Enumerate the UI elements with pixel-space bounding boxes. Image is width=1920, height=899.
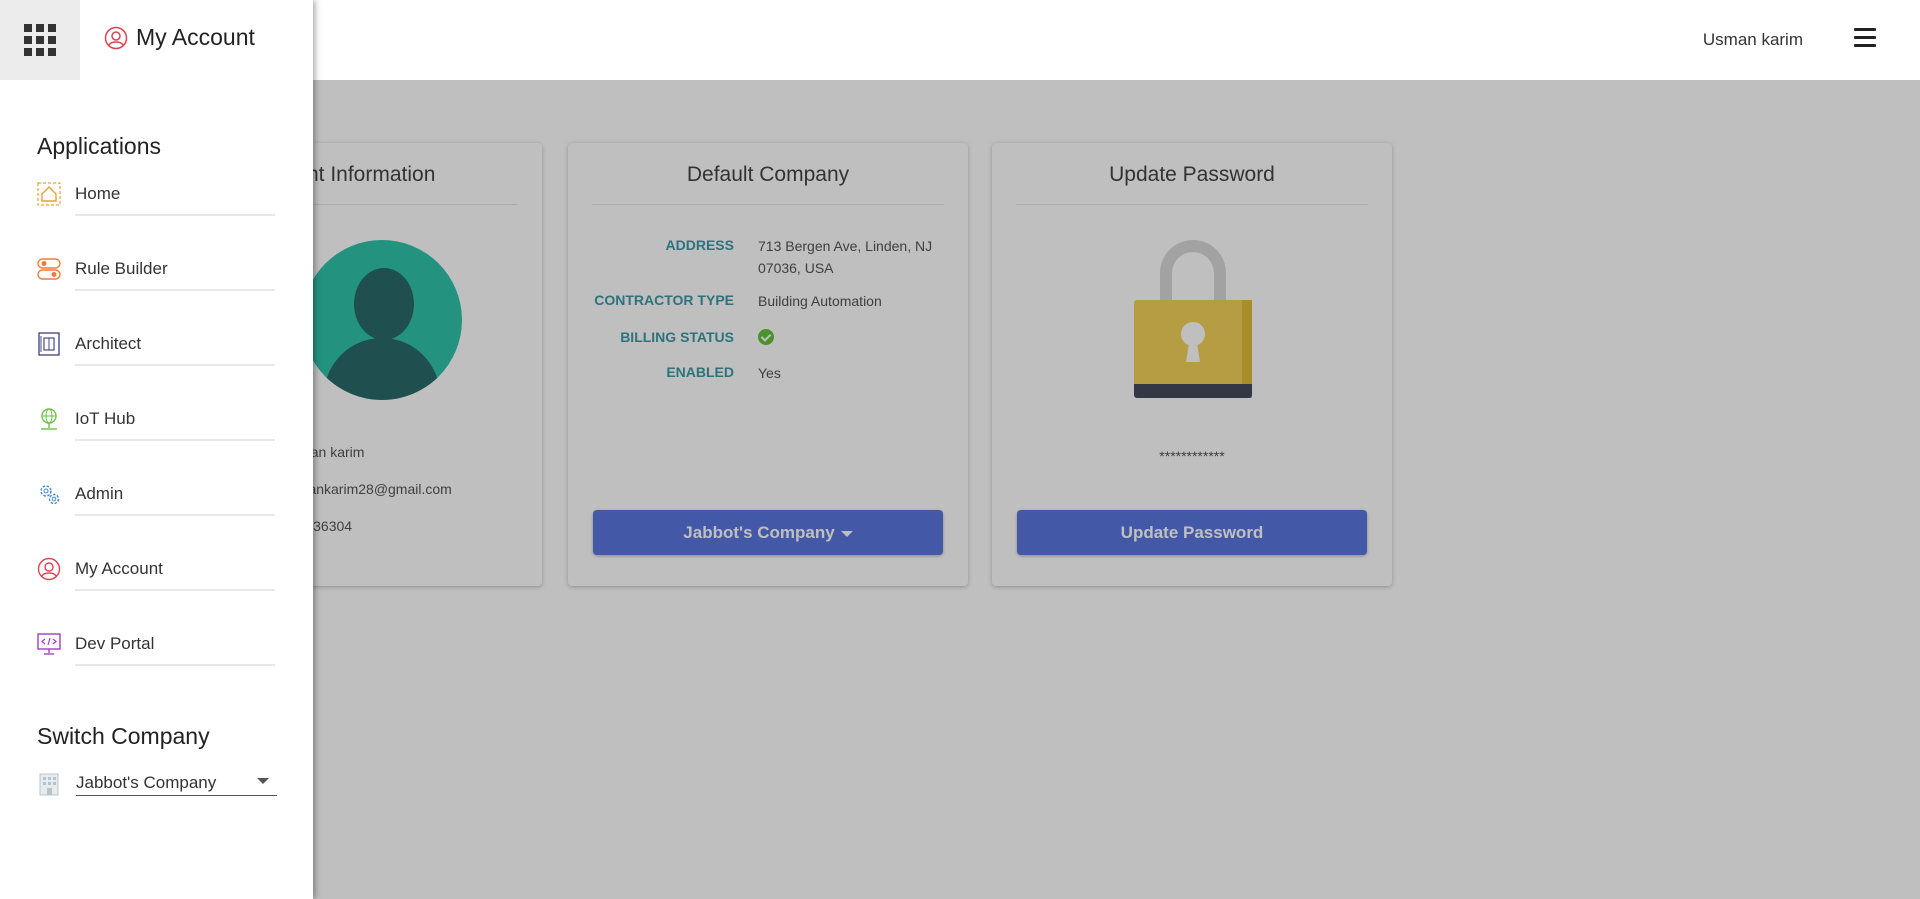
building-icon	[39, 773, 59, 796]
nav-item-label: My Account	[75, 559, 163, 578]
admin-gear-icon	[40, 485, 60, 505]
nav-item-label: Dev Portal	[75, 634, 155, 653]
nav-item-iot-hub[interactable]: IoT Hub	[37, 403, 275, 441]
nav-item-label: IoT Hub	[75, 409, 136, 428]
nav-item-label: Architect	[75, 334, 142, 353]
nav-item-rule-builder[interactable]: Rule Builder	[37, 253, 275, 291]
account-icon	[104, 26, 128, 49]
navigation-drawer: My Account Applications Home Rule Builde…	[0, 0, 313, 899]
nav-item-label: Rule Builder	[75, 259, 168, 278]
nav-item-label: Home	[75, 184, 121, 203]
nav-item-admin[interactable]: Admin	[37, 478, 275, 516]
switch-company-heading: Switch Company	[37, 723, 210, 749]
hamburger-menu-icon[interactable]	[1854, 28, 1876, 48]
nav-item-my-account[interactable]: My Account	[37, 553, 275, 591]
user-name[interactable]: Usman karim	[1703, 30, 1803, 50]
drawer-header: My Account	[0, 0, 313, 80]
architect-icon	[38, 332, 60, 356]
page-title-text: My Account	[136, 24, 255, 50]
nav-item-dev-portal[interactable]: Dev Portal	[37, 628, 275, 666]
switch-company-row: Jabbot's Company	[37, 766, 279, 800]
dev-portal-icon	[37, 633, 61, 655]
app-grid-icon[interactable]	[0, 0, 80, 80]
nav-item-home[interactable]: Home	[37, 178, 275, 216]
page-title: My Account	[104, 24, 255, 51]
account-icon	[37, 557, 61, 581]
iot-hub-icon	[41, 408, 57, 430]
applications-heading: Applications	[37, 133, 162, 159]
company-select-value: Jabbot's Company	[76, 773, 217, 792]
nav-item-label: Admin	[75, 484, 124, 503]
home-icon	[37, 182, 61, 206]
chevron-down-icon	[257, 778, 269, 784]
nav-item-architect[interactable]: Architect	[37, 328, 275, 366]
rule-builder-icon	[37, 258, 61, 280]
company-select[interactable]: Jabbot's Company	[76, 766, 277, 796]
